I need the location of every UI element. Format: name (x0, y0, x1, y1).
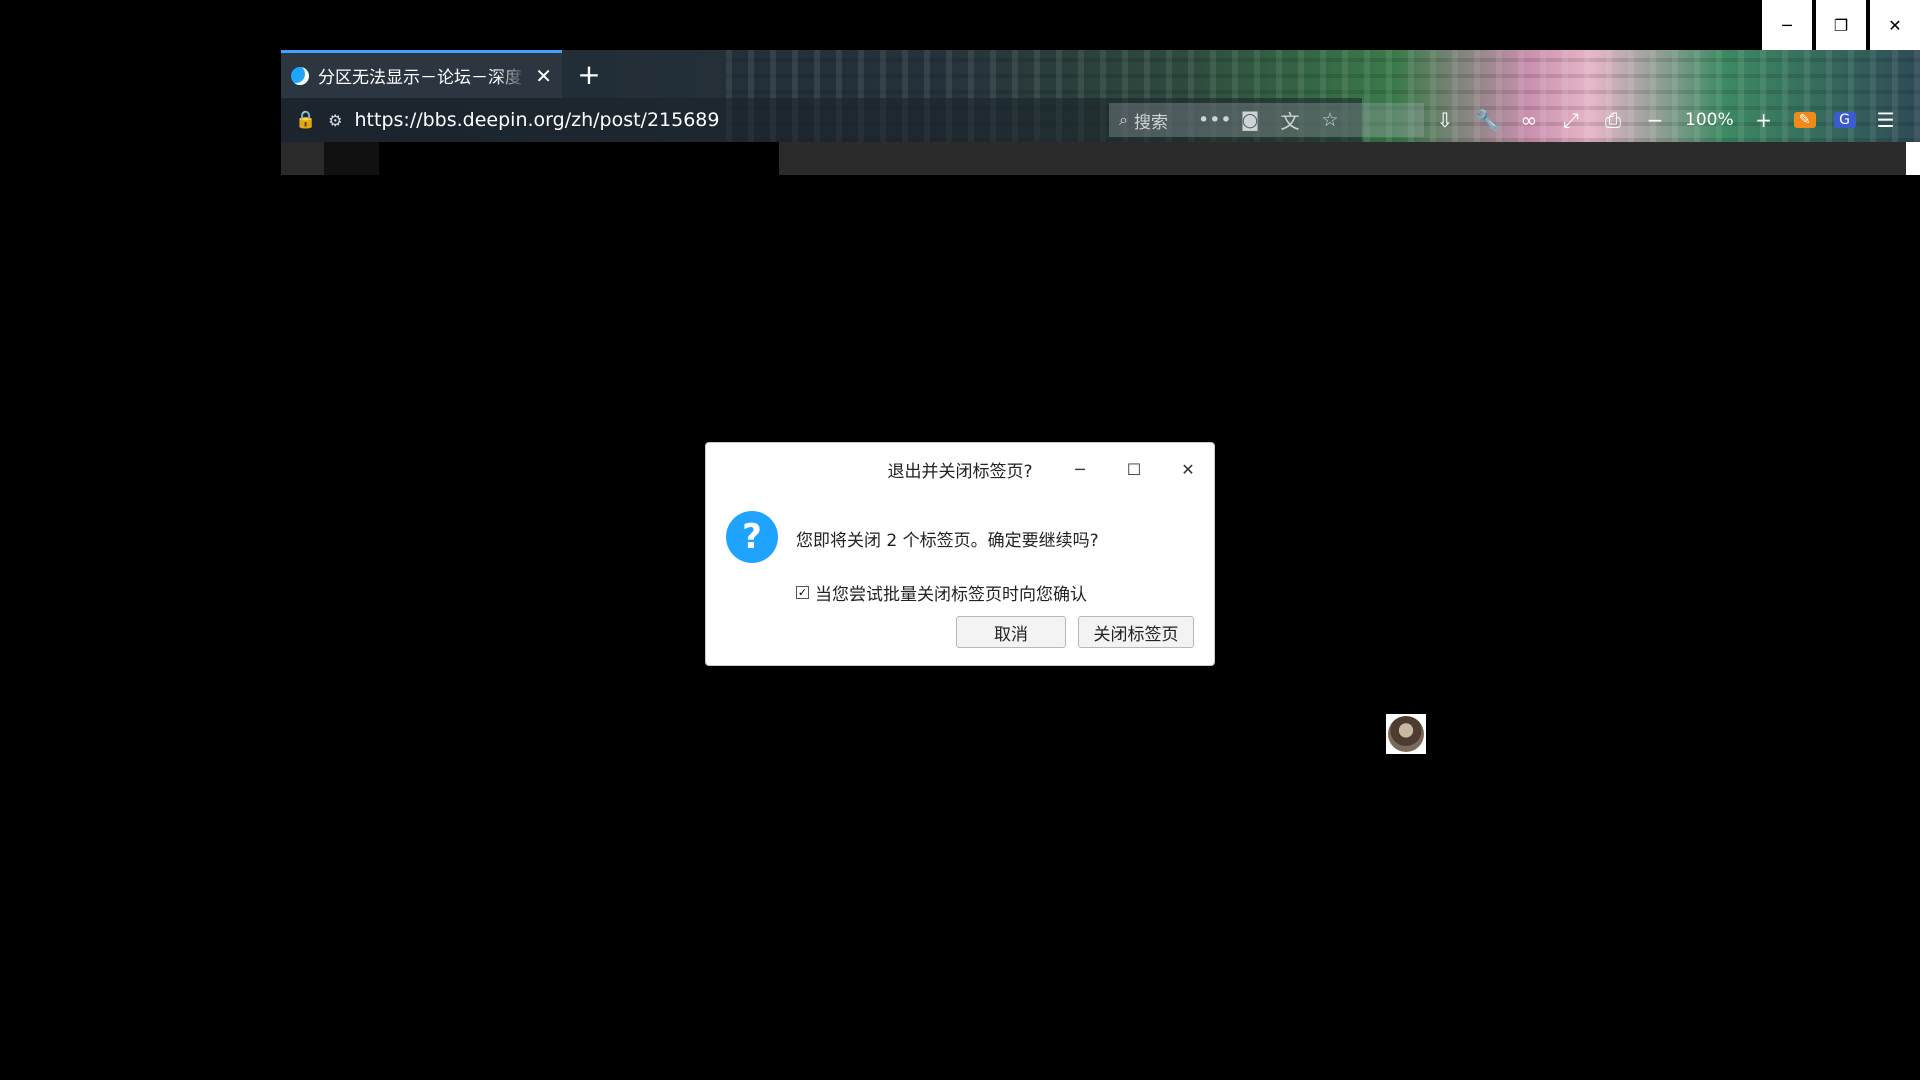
fullscreen-icon[interactable]: ⤢ (1559, 108, 1583, 132)
browser-toolbar: ⇩ 🔧 ∞ ⤢ ⎙ − 100% + ✎ G ☰ (1433, 98, 1898, 142)
search-box[interactable]: ⌕ 搜索 (1109, 103, 1424, 137)
avatar[interactable] (1386, 714, 1426, 754)
zoom-level[interactable]: 100% (1685, 110, 1734, 130)
tab-active[interactable]: 分区无法显示－论坛－深度 ✕ (281, 50, 562, 98)
menu-icon[interactable]: ☰ (1874, 108, 1898, 132)
nav-bar: 🔒 ⚙ https://bbs.deepin.org/zh/post/21568… (281, 98, 1920, 142)
new-tab-button[interactable]: + (571, 56, 607, 92)
extension-blue-icon[interactable]: G (1833, 112, 1856, 128)
confirm-checkbox[interactable]: ✓ 当您尝试批量关闭标签页时向您确认 (796, 580, 1087, 605)
window-close-button[interactable]: ✕ (1870, 0, 1920, 50)
permissions-icon[interactable]: ⚙ (328, 111, 342, 130)
tab-close-icon[interactable]: ✕ (535, 64, 552, 88)
tab-bar: 分区无法显示－论坛－深度 ✕ + (281, 50, 1920, 98)
search-icon: ⌕ (1119, 110, 1128, 129)
checkbox-label: 当您尝试批量关闭标签页时向您确认 (815, 585, 1087, 605)
dialog-close-icon[interactable]: ✕ (1174, 455, 1202, 483)
dialog-maximize-icon[interactable]: ☐ (1120, 455, 1148, 483)
window-minimize-button[interactable]: ─ (1762, 0, 1812, 50)
print-icon[interactable]: ⎙ (1601, 108, 1625, 132)
url-text[interactable]: https://bbs.deepin.org/zh/post/215689 (355, 109, 720, 131)
deepin-favicon-icon (291, 66, 309, 85)
dialog-minimize-icon[interactable]: ─ (1066, 455, 1094, 483)
avatar-image (1388, 716, 1424, 752)
search-placeholder: 搜索 (1133, 112, 1168, 133)
tab-title: 分区无法显示－论坛－深度 (318, 68, 522, 88)
close-tabs-button[interactable]: 关闭标签页 (1078, 616, 1194, 648)
page-content-top (281, 142, 1920, 175)
download-icon[interactable]: ⇩ (1433, 108, 1457, 132)
dialog-message: 您即将关闭 2 个标签页。确定要继续吗? (796, 531, 1099, 551)
close-tabs-dialog: 退出并关闭标签页? ─ ☐ ✕ ? 您即将关闭 2 个标签页。确定要继续吗? ✓… (706, 443, 1214, 665)
question-icon: ? (726, 511, 778, 563)
dialog-titlebar: 退出并关闭标签页? ─ ☐ ✕ (706, 443, 1214, 493)
window-controls: ─ ❐ ✕ (1758, 0, 1920, 50)
cancel-button[interactable]: 取消 (956, 616, 1066, 648)
mask-icon[interactable]: ∞ (1517, 108, 1541, 132)
window-restore-button[interactable]: ❐ (1816, 0, 1866, 50)
extension-orange-icon[interactable]: ✎ (1793, 112, 1816, 128)
wrench-icon[interactable]: 🔧 (1475, 108, 1500, 132)
zoom-out-icon[interactable]: − (1643, 108, 1667, 132)
browser-chrome: 分区无法显示－论坛－深度 ✕ + 🔒 ⚙ https://bbs.deepin.… (281, 50, 1920, 175)
checkbox-box[interactable]: ✓ (796, 586, 809, 599)
zoom-in-icon[interactable]: + (1752, 108, 1776, 132)
lock-icon[interactable]: 🔒 (295, 110, 316, 130)
